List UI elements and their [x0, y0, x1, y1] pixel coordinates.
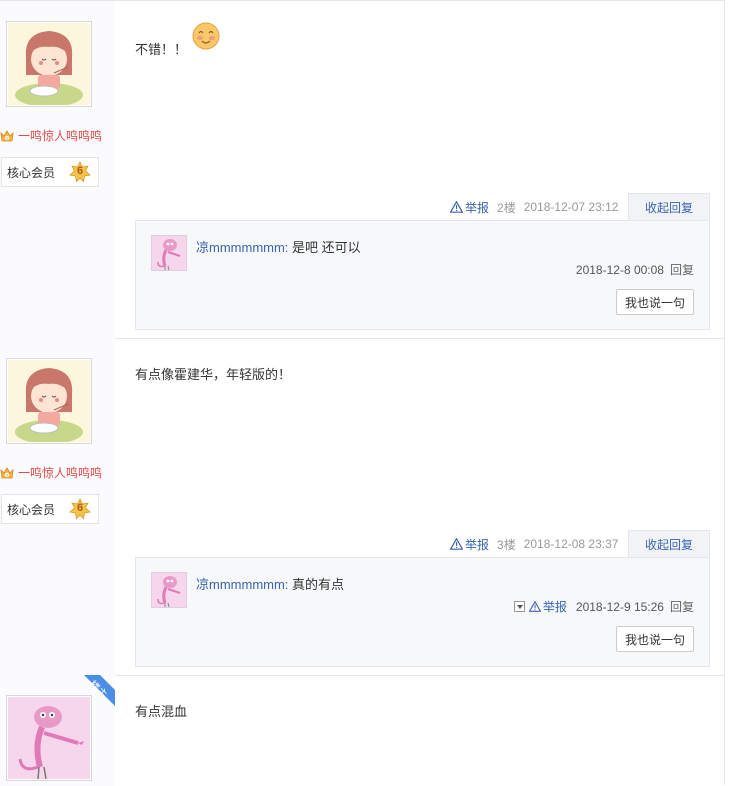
- post-tail: 举报 2楼 2018-12-07 23:12: [450, 193, 618, 221]
- post-floor-4: 楼主 有点混血: [0, 675, 725, 786]
- author-sidebar: 楼主: [0, 675, 115, 786]
- post-content: 有点混血: [135, 701, 187, 720]
- post-content: 不错！！: [135, 22, 221, 58]
- author-name-text[interactable]: 一鸣惊人鸣鸣鸣: [18, 464, 102, 481]
- post-thread: 一鸣惊人鸣鸣鸣 核心会员 6 不错！！ 举报 2楼 2018-12-07 23:…: [0, 0, 725, 786]
- author-name-text[interactable]: 一鸣惊人鸣鸣鸣: [18, 127, 102, 144]
- reply-list: 凉mmmmmmm: 是吧 还可以 2018-12-8 00:08 回复 我也说一…: [135, 220, 710, 330]
- floor-number: 3楼: [497, 537, 516, 552]
- author-sidebar: 一鸣惊人鸣鸣鸣 核心会员 6: [0, 1, 115, 338]
- member-label: 核心会员: [7, 502, 56, 517]
- reply-text: 是吧 还可以: [288, 240, 361, 255]
- report-label[interactable]: 举报: [465, 536, 489, 553]
- post-time: 2018-12-08 23:37: [523, 537, 619, 551]
- reply-avatar[interactable]: [151, 572, 187, 608]
- girl-avatar-image: [8, 23, 90, 105]
- avatar[interactable]: [6, 21, 92, 107]
- collapse-replies-button[interactable]: 收起回复: [628, 530, 710, 558]
- post-text: 有点混血: [135, 704, 188, 719]
- floor-number: 2楼: [497, 200, 516, 215]
- reply-line: 凉mmmmmmm: 真的有点: [196, 574, 344, 593]
- level-badge: 6: [69, 498, 91, 520]
- reply-link[interactable]: 回复: [670, 261, 694, 278]
- reply-link[interactable]: 回复: [670, 598, 694, 615]
- reply-report-label[interactable]: 举报: [543, 598, 567, 615]
- post-floor-3: 一鸣惊人鸣鸣鸣 核心会员 6 有点像霍建华，年轻版的！ 举报 3楼 2018-1…: [0, 338, 725, 676]
- reply-meta: 2018-12-8 00:08 回复: [576, 261, 694, 278]
- author-sidebar: 一鸣惊人鸣鸣鸣 核心会员 6: [0, 338, 115, 675]
- avatar[interactable]: [6, 358, 92, 444]
- reply-meta: 举报 2018-12-9 15:26 回复: [513, 598, 694, 615]
- level-number: 6: [76, 502, 84, 514]
- reply-line: 凉mmmmmmm: 是吧 还可以: [196, 237, 361, 256]
- reply-report-link[interactable]: 举报: [529, 598, 567, 615]
- member-badge: 核心会员 6: [1, 494, 99, 524]
- author-name[interactable]: 一鸣惊人鸣鸣鸣: [0, 464, 102, 481]
- post-time: 2018-12-07 23:12: [523, 200, 619, 214]
- author-name[interactable]: 一鸣惊人鸣鸣鸣: [0, 127, 102, 144]
- say-something-button[interactable]: 我也说一句: [616, 289, 694, 315]
- girl-avatar-image: [8, 360, 90, 442]
- report-label[interactable]: 举报: [465, 199, 489, 216]
- panther-avatar-image: [152, 573, 186, 607]
- reply-text: 真的有点: [288, 577, 345, 592]
- reply-username[interactable]: 凉mmmmmmm:: [196, 240, 288, 255]
- level-number: 6: [76, 165, 84, 177]
- post-text: 不错！！: [135, 42, 188, 57]
- level-badge: 6: [69, 161, 91, 183]
- reply-username[interactable]: 凉mmmmmmm:: [196, 577, 288, 592]
- chevron-down-icon[interactable]: [513, 601, 525, 612]
- panther-avatar-image: [152, 236, 186, 270]
- collapse-replies-button[interactable]: 收起回复: [628, 193, 710, 221]
- report-link[interactable]: 举报: [450, 536, 489, 553]
- reply-time: 2018-12-9 15:26: [575, 599, 664, 614]
- thread-starter-badge: 楼主: [74, 675, 115, 716]
- post-tail: 举报 3楼 2018-12-08 23:37: [450, 530, 618, 558]
- reply-avatar[interactable]: [151, 235, 187, 271]
- post-content: 有点像霍建华，年轻版的！: [135, 364, 291, 383]
- blush-emoji-icon: [192, 22, 220, 50]
- report-link[interactable]: 举报: [450, 199, 489, 216]
- say-something-button[interactable]: 我也说一句: [616, 626, 694, 652]
- warning-icon: [529, 601, 541, 612]
- post-floor-2: 一鸣惊人鸣鸣鸣 核心会员 6 不错！！ 举报 2楼 2018-12-07 23:…: [0, 1, 725, 339]
- crown-icon: [0, 466, 14, 480]
- warning-icon: [450, 538, 463, 550]
- warning-icon: [450, 201, 463, 213]
- reply-list: 凉mmmmmmm: 真的有点 举报 2018-12-9 15:26 回复 我也说…: [135, 557, 710, 667]
- post-text: 有点像霍建华，年轻版的！: [135, 367, 292, 382]
- crown-icon: [0, 129, 14, 143]
- member-badge: 核心会员 6: [1, 157, 99, 187]
- member-label: 核心会员: [7, 165, 56, 180]
- reply-time: 2018-12-8 00:08: [575, 262, 664, 277]
